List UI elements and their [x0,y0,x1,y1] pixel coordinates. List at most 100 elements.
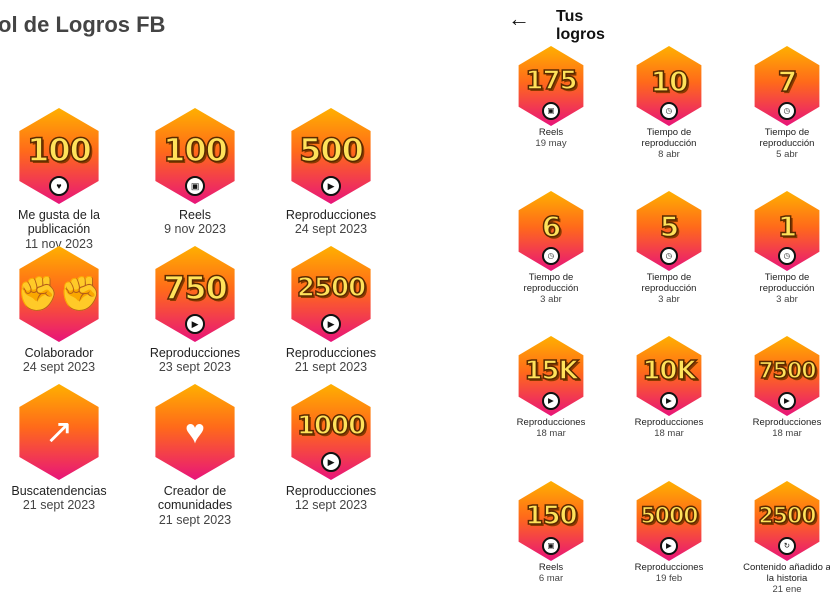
achievement-badge[interactable]: 5 ◷ Tiempo de reproducción 3 abr [624,191,714,306]
badge-label: Me gusta de la publicación [18,208,100,237]
page-title-right: Tus logros [556,8,605,43]
badge-label: Tiempo de reproducción [641,127,697,149]
play-icon: ▶ [185,314,205,335]
badge-date: 24 sept 2023 [294,222,368,237]
achievement-badge[interactable]: ↗ Buscatendencias 21 sept 2023 [0,384,118,513]
refresh-icon: ↻ [778,536,796,555]
badge-value: 150 [525,500,579,532]
achievement-badge[interactable]: 1000 ▶ Reproducciones 12 sept 2023 [272,384,390,513]
badge-value: 15K [524,355,580,387]
badge-date: 12 sept 2023 [294,498,368,513]
clock-icon: ◷ [660,246,678,265]
fists-icon: ✊✊ [16,275,102,313]
badge-value: 7 [777,64,798,99]
achievement-badge[interactable]: 100 ▣ Reels 9 nov 2023 [136,108,254,237]
badge-value: 2500 [296,272,367,304]
badge-value: 5000 [640,503,700,530]
badge-value: 100 [162,130,228,170]
page-title: ol de Logros FB [0,12,166,37]
play-icon: ▶ [321,314,341,335]
achievement-badge[interactable]: ♥ Creador de comunidades 21 sept 2023 [136,384,254,527]
achievement-badge[interactable]: 10K ▶ Reproducciones 18 mar [624,336,714,440]
badge-label: Reproducciones [285,484,377,498]
trend-arrow-icon: ↗ [44,413,74,451]
badge-label: Reproducciones [285,208,377,222]
clock-icon: ◷ [660,101,678,120]
badge-value: 2500 [758,503,818,530]
play-icon: ▶ [778,391,796,410]
clock-icon: ◷ [542,246,560,265]
back-arrow-icon[interactable]: ← [508,6,530,32]
badge-value: 10K [642,355,698,387]
achievement-badge[interactable]: 1 ◷ Tiempo de reproducción 3 abr [742,191,830,306]
badge-date: 21 ene [772,583,802,595]
reels-icon: ▣ [542,101,560,120]
achievement-badge[interactable]: 150 ▣ Reels 6 mar [506,481,596,585]
badge-label: Tiempo de reproducción [641,272,697,294]
badge-date: 3 abr [658,293,680,305]
play-icon: ▶ [660,536,678,555]
achievement-badge[interactable]: 750 ▶ Reproducciones 23 sept 2023 [136,246,254,375]
badge-date: 18 mar [654,427,684,439]
badge-date: 21 sept 2023 [22,498,96,513]
badge-date: 24 sept 2023 [22,360,96,375]
achievement-badge[interactable]: 15K ▶ Reproducciones 18 mar [506,336,596,440]
achievement-badge[interactable]: 7 ◷ Tiempo de reproducción 5 abr [742,46,830,161]
badge-label: Reels [179,208,211,222]
achievement-badge[interactable]: ✊✊ Colaborador 24 sept 2023 [0,246,118,375]
badge-label: Reproducciones [285,346,377,360]
badge-hexagon: ✊✊ [16,246,102,342]
badge-value: 10 [650,64,689,99]
achievement-badge[interactable]: 6 ◷ Tiempo de reproducción 3 abr [506,191,596,306]
badge-label: Tiempo de reproducción [523,272,579,294]
clock-icon: ◷ [778,101,796,120]
badge-date: 3 abr [776,293,798,305]
badge-label: Creador de comunidades [157,484,233,513]
reels-icon: ▣ [185,176,205,197]
badge-date: 18 mar [536,427,566,439]
badge-value: 7500 [758,358,818,385]
achievement-badge[interactable]: 7500 ▶ Reproducciones 18 mar [742,336,830,440]
badge-label: Tiempo de reproducción [759,127,815,149]
achievement-badge[interactable]: 2500 ▶ Reproducciones 21 sept 2023 [272,246,390,375]
badge-hexagon: ♥ [155,384,235,480]
badge-value: 6 [541,209,562,244]
achievement-badge[interactable]: 100 ♥ Me gusta de la publicación 11 nov 202… [0,108,118,251]
badge-value: 175 [525,65,579,97]
badge-date: 19 feb [655,572,683,584]
badge-date: 18 mar [772,427,802,439]
badge-label: Reproducciones [149,346,241,360]
badge-label: Buscatendencias [11,484,107,498]
badge-date: 5 abr [776,148,798,160]
clock-icon: ◷ [778,246,796,265]
badge-date: 6 mar [538,572,564,584]
play-icon: ▶ [321,176,341,197]
play-icon: ▶ [660,391,678,410]
badge-date: 19 may [535,137,567,149]
achievement-badge[interactable]: 10 ◷ Tiempo de reproducción 8 abr [624,46,714,161]
play-icon: ▶ [321,452,341,473]
badge-value: 100 [26,130,92,170]
badge-value: 500 [298,130,364,170]
achievement-badge[interactable]: 5000 ▶ Reproducciones 19 feb [624,481,714,585]
badge-label: Colaborador [24,346,94,360]
badge-date: 23 sept 2023 [158,360,232,375]
badge-hexagon: ↗ [19,384,99,480]
badge-date: 8 abr [658,148,680,160]
badge-date: 21 sept 2023 [158,512,232,527]
badge-value: 750 [162,268,228,308]
badge-label: Tiempo de reproducción [759,272,815,294]
badge-date: 3 abr [540,293,562,305]
badge-date: 9 nov 2023 [164,222,226,237]
achievement-badge[interactable]: 500 ▶ Reproducciones 24 sept 2023 [272,108,390,237]
badge-value: 1 [777,209,798,244]
winged-heart-icon: ♥ [184,412,206,451]
play-icon: ▶ [542,391,560,410]
achievement-badge[interactable]: 2500 ↻ Contenido añadido a la historia 21 e… [742,481,830,596]
reels-icon: ▣ [542,536,560,555]
badge-value: 5 [659,209,680,244]
badge-label: Contenido añadido a la historia [743,562,830,584]
achievement-badge[interactable]: 175 ▣ Reels 19 may [506,46,596,150]
heart-icon: ♥ [49,176,69,197]
badge-value: 1000 [296,410,367,442]
